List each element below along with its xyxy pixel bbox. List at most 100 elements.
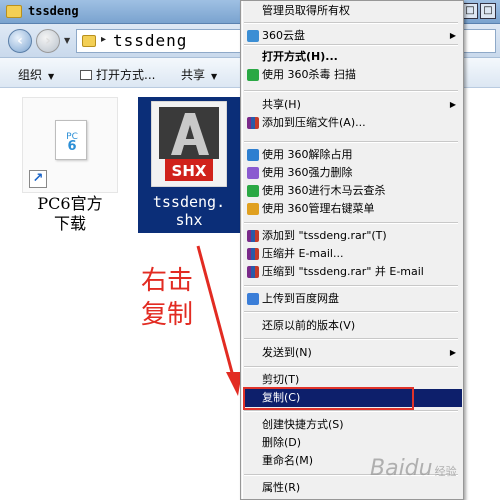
organize-label: 组织 bbox=[18, 68, 43, 82]
menu-item-9[interactable]: 使用 360管理右键菜单 bbox=[244, 200, 462, 218]
folder-icon bbox=[6, 5, 22, 18]
menu-item-13[interactable]: 上传到百度网盘 bbox=[244, 290, 462, 308]
winrar-icon bbox=[247, 266, 259, 278]
highlight-box bbox=[243, 387, 414, 410]
back-button[interactable]: ‹ bbox=[8, 29, 32, 53]
minimize-button[interactable]: □ bbox=[462, 3, 478, 19]
open-with-label: 打开方式... bbox=[96, 68, 156, 82]
menu-item-0[interactable]: 管理员取得所有权 bbox=[244, 2, 462, 20]
submenu-arrow-icon: ▶ bbox=[449, 100, 456, 109]
menu-separator bbox=[244, 338, 458, 340]
winrar-icon bbox=[247, 117, 259, 129]
menu-item-label: 上传到百度网盘 bbox=[262, 292, 339, 305]
menu-separator bbox=[244, 285, 458, 287]
trojan-scan-icon bbox=[247, 185, 259, 197]
menu-item-4[interactable]: 共享(H) ▶ bbox=[244, 96, 462, 114]
menu-item-label: 压缩到 "tssdeng.rar" 并 E-mail bbox=[262, 265, 424, 278]
menu-separator bbox=[244, 311, 458, 313]
menu-item-label: 使用 360强力删除 bbox=[262, 166, 353, 179]
file-item-pc6[interactable]: PC 6 ↗ PC6官方 下载 bbox=[22, 97, 118, 233]
file-label-line2: 下载 bbox=[53, 214, 86, 233]
shortcut-arrow-icon: ↗ bbox=[29, 170, 47, 188]
baidu-pan-icon bbox=[247, 293, 259, 305]
autocad-shx-icon: SHX bbox=[151, 101, 227, 187]
menu-item-label: 使用 360杀毒 扫描 bbox=[262, 68, 356, 81]
menu-item-label: 360云盘 bbox=[262, 29, 305, 42]
file-label-line1: tssdeng. bbox=[152, 193, 226, 211]
menu-item-label: 重命名(M) bbox=[262, 454, 314, 467]
menu-item-21[interactable]: 属性(R) bbox=[244, 479, 462, 497]
baidu-watermark: Baidu 经验 bbox=[370, 456, 457, 481]
annotation-text: 右击 复制 bbox=[141, 264, 193, 332]
menu-separator bbox=[244, 222, 458, 224]
share-button[interactable]: 共享 ▼ bbox=[181, 66, 217, 83]
menu-item-label: 使用 360进行木马云查杀 bbox=[262, 184, 386, 197]
menu-item-label: 创建快捷方式(S) bbox=[262, 418, 344, 431]
menu-item-5[interactable]: 添加到压缩文件(A)... bbox=[244, 114, 462, 132]
menu-item-19[interactable]: 删除(D) bbox=[244, 434, 462, 452]
menu-item-10[interactable]: 添加到 "tssdeng.rar"(T) bbox=[244, 227, 462, 245]
menu-item-label: 删除(D) bbox=[262, 436, 302, 449]
menu-item-15[interactable]: 发送到(N) ▶ bbox=[244, 344, 462, 362]
menu-item-14[interactable]: 还原以前的版本(V) bbox=[244, 317, 462, 335]
chevron-down-icon: ▼ bbox=[211, 72, 218, 81]
folder-icon bbox=[82, 35, 96, 47]
menu-item-1[interactable]: 360云盘 ▶ bbox=[244, 27, 462, 45]
unlock-icon bbox=[247, 149, 259, 161]
annotation-line1: 右击 bbox=[141, 266, 194, 296]
menu-item-label: 打开方式(H)... bbox=[262, 50, 338, 63]
force-delete-icon bbox=[247, 167, 259, 179]
open-with-button[interactable]: 打开方式... bbox=[80, 66, 155, 83]
menu-item-label: 发送到(N) bbox=[262, 346, 312, 359]
menu-separator bbox=[244, 410, 458, 412]
file-item-tssdeng-shx[interactable]: SHX tssdeng. shx bbox=[138, 97, 240, 233]
chevron-down-icon: ▼ bbox=[48, 72, 55, 81]
forward-button[interactable]: › bbox=[36, 29, 60, 53]
menu-item-label: 属性(R) bbox=[262, 481, 301, 494]
menu-item-8[interactable]: 使用 360进行木马云查杀 bbox=[244, 182, 462, 200]
menu-item-7[interactable]: 使用 360强力删除 bbox=[244, 164, 462, 182]
menu-separator bbox=[244, 366, 458, 368]
document-icon: PC 6 bbox=[55, 120, 87, 160]
recent-pages-dropdown-icon[interactable]: ▼ bbox=[64, 36, 70, 45]
menu-gutter bbox=[241, 1, 243, 499]
menu-item-label: 共享(H) bbox=[262, 98, 301, 111]
doc-icon-number: 6 bbox=[67, 139, 77, 154]
menu-item-label: 压缩并 E-mail... bbox=[262, 247, 344, 260]
menu-item-label: 剪切(T) bbox=[262, 373, 300, 386]
menu-item-label: 添加到 "tssdeng.rar"(T) bbox=[262, 229, 387, 242]
winrar-icon bbox=[247, 230, 259, 242]
file-thumbnail: PC 6 ↗ bbox=[22, 97, 118, 193]
menu-separator bbox=[244, 141, 458, 143]
chevron-right-icon[interactable]: ▸ bbox=[101, 34, 106, 45]
annotation-line2: 复制 bbox=[141, 300, 194, 330]
address-path[interactable]: tssdeng bbox=[113, 31, 187, 50]
menu-separator bbox=[244, 90, 458, 92]
menu-item-18[interactable]: 创建快捷方式(S) bbox=[244, 416, 462, 434]
menu-item-12[interactable]: 压缩到 "tssdeng.rar" 并 E-mail bbox=[244, 263, 462, 281]
menu-item-3[interactable]: 使用 360杀毒 扫描 bbox=[244, 66, 462, 84]
menu-item-label: 使用 360管理右键菜单 bbox=[262, 202, 375, 215]
watermark-sub: 经验 bbox=[434, 465, 457, 478]
menu-item-label: 使用 360解除占用 bbox=[262, 148, 353, 161]
menu-item-2[interactable]: 打开方式(H)... bbox=[244, 48, 462, 66]
menu-item-label: 添加到压缩文件(A)... bbox=[262, 116, 366, 129]
shx-icon-text: SHX bbox=[172, 162, 207, 180]
menu-item-11[interactable]: 压缩并 E-mail... bbox=[244, 245, 462, 263]
winrar-icon bbox=[247, 248, 259, 260]
file-label-line2: shx bbox=[175, 211, 203, 229]
open-with-icon bbox=[80, 70, 92, 80]
menu-item-6[interactable]: 使用 360解除占用 bbox=[244, 146, 462, 164]
shield-icon bbox=[247, 69, 259, 81]
file-label: tssdeng. shx bbox=[138, 193, 240, 229]
submenu-arrow-icon: ▶ bbox=[449, 348, 456, 357]
file-label-line1: PC6官方 bbox=[37, 194, 103, 213]
menu-item-label: 管理员取得所有权 bbox=[262, 4, 350, 17]
organize-button[interactable]: 组织 ▼ bbox=[18, 66, 54, 83]
window-title: tssdeng bbox=[28, 4, 79, 18]
submenu-arrow-icon: ▶ bbox=[449, 31, 456, 40]
share-label: 共享 bbox=[181, 68, 206, 82]
menu-item-label: 还原以前的版本(V) bbox=[262, 319, 356, 332]
close-button[interactable]: □ bbox=[480, 3, 496, 19]
menu-separator bbox=[244, 22, 458, 24]
